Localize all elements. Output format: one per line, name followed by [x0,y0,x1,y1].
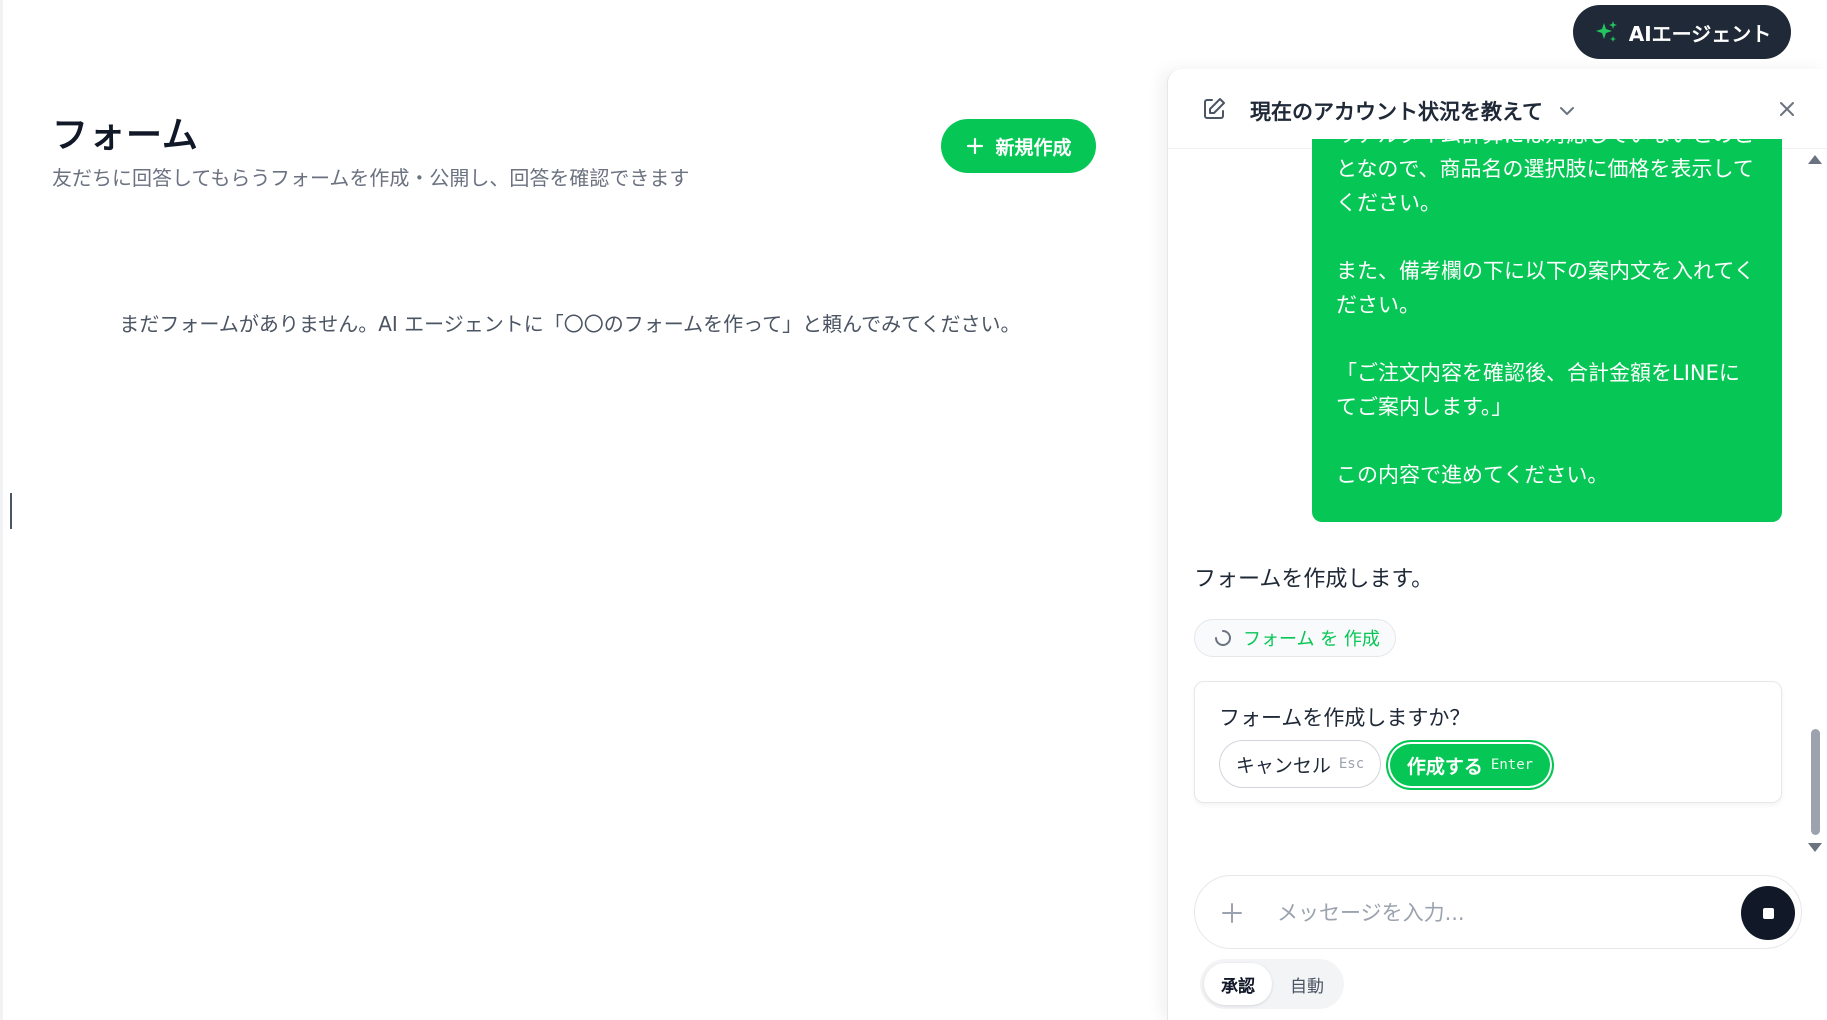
loading-spinner-icon [1215,630,1231,646]
message-line: ださい。 [1336,293,1420,317]
stop-icon [1762,907,1774,919]
stop-button[interactable] [1741,886,1795,940]
new-form-button-label: 新規作成 [995,137,1072,159]
ai-chat-panel: 現在のアカウント状況を教えて リアルタイム計算には対応していないとのこ となので… [1167,69,1827,1020]
user-message-bubble: リアルタイム計算には対応していないとのこ となので、商品名の選択肢に価格を表示し… [1312,139,1782,522]
mode-approve-option[interactable]: 承認 [1204,963,1272,1005]
message-line: となので、商品名の選択肢に価格を表示して [1336,157,1754,181]
message-composer [1194,875,1802,949]
cancel-shortcut-hint: Esc [1338,756,1365,772]
message-input[interactable] [1277,896,1677,930]
message-line: この内容で進めてください。 [1336,463,1609,487]
page-subtitle: 友だちに回答してもらうフォームを作成・公開し、回答を確認できます [52,166,690,190]
ai-agent-button-label: AIエージェント [1628,21,1772,46]
chevron-down-icon[interactable] [1556,100,1578,122]
plus-icon [967,137,984,155]
create-button[interactable]: 作成する Enter [1386,740,1554,790]
confirm-question: フォームを作成しますか？ [1219,706,1471,730]
new-form-button[interactable]: 新規作成 [941,119,1096,173]
close-icon[interactable] [1774,96,1800,122]
ai-agent-button[interactable]: AIエージェント [1573,5,1791,59]
page-title: フォーム [52,115,199,156]
window-left-edge [0,0,3,1020]
message-line: ください。 [1336,191,1441,215]
message-line: てご案内します。」 [1336,395,1513,419]
attach-plus-icon[interactable] [1219,900,1245,926]
message-line: リアルタイム計算には対応していないとのこ [1336,139,1758,152]
tool-status-chip: フォーム を 作成 [1194,619,1396,657]
scroll-down-arrow[interactable] [1808,843,1822,852]
create-button-label: 作成する [1406,756,1483,778]
confirm-dialog: フォームを作成しますか？ キャンセル Esc 作成する Enter [1194,681,1782,803]
mode-toggle: 承認 自動 [1200,959,1344,1009]
panel-header: 現在のアカウント状況を教えて [1168,69,1827,149]
cancel-button-label: キャンセル [1235,755,1331,777]
text-cursor [10,493,12,529]
create-shortcut-hint: Enter [1490,757,1534,773]
scroll-up-arrow[interactable] [1808,155,1822,164]
message-line: また、備考欄の下に以下の案内文を入れてく [1336,259,1755,283]
message-line: 「ご注文内容を確認後、合計金額をLINEに [1336,361,1740,385]
sparkle-icon [1595,21,1617,42]
mode-auto-option[interactable]: 自動 [1274,963,1340,1005]
edit-icon[interactable] [1200,95,1228,123]
scrollbar-thumb[interactable] [1811,729,1820,835]
cancel-button[interactable]: キャンセル Esc [1219,740,1381,788]
tool-status-label: フォーム を 作成 [1243,629,1380,650]
assistant-message: フォームを作成します。 [1194,567,1434,592]
conversation-title[interactable]: 現在のアカウント状況を教えて [1250,96,1543,126]
empty-state-message: まだフォームがありません。AI エージェントに「〇〇のフォームを作って」と頼んで… [119,312,1021,336]
